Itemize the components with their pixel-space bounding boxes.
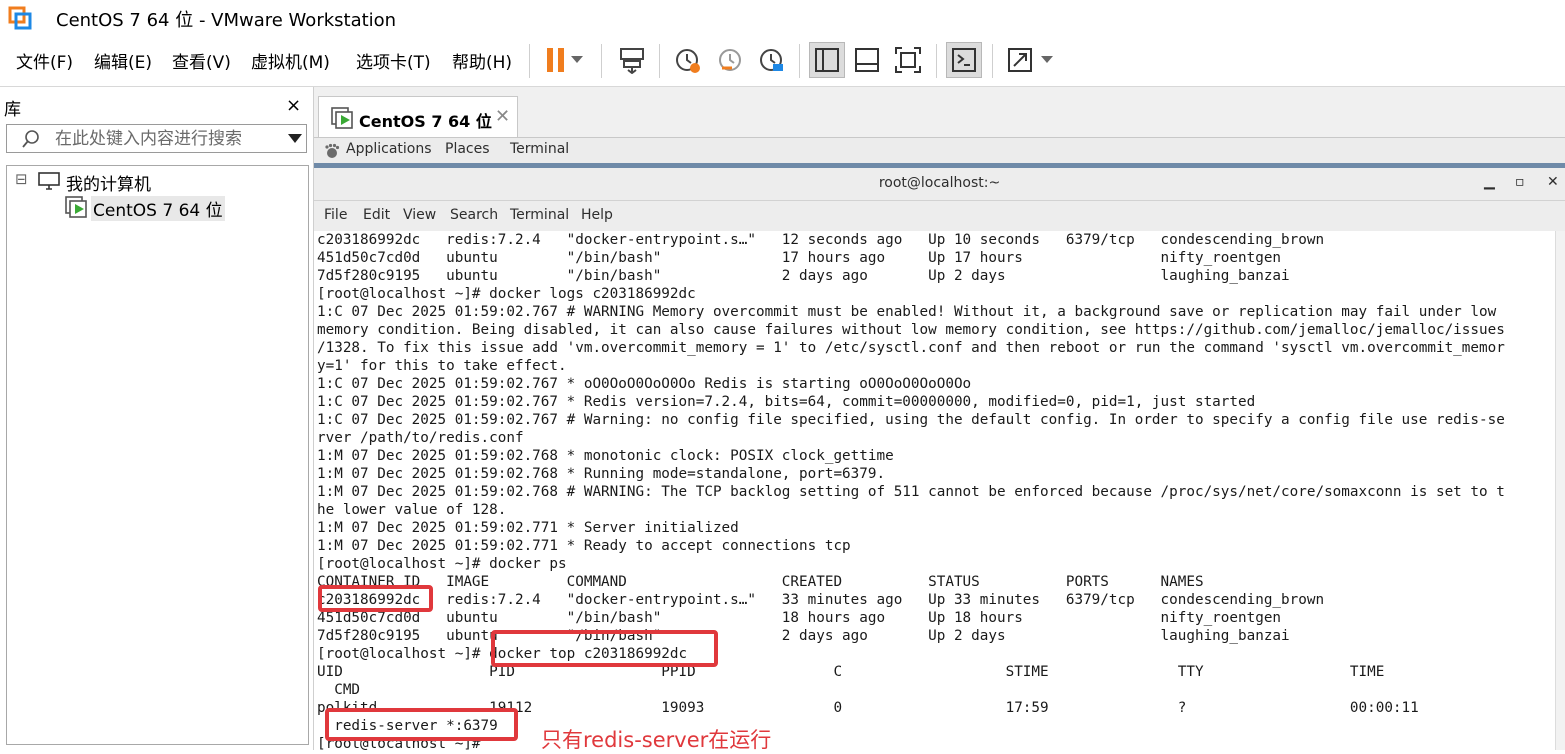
terminal-menu-terminal[interactable]: Terminal [510, 207, 569, 223]
snapshot-revert-icon[interactable] [712, 42, 748, 78]
gnome-terminal-menu[interactable]: Terminal [510, 141, 569, 157]
terminal-menu-help[interactable]: Help [581, 207, 613, 223]
library-tree: ⊟ 我的计算机 CentOS 7 64 位 [6, 165, 309, 745]
terminal-line: 7d5f280c9195 ubuntu "/bin/bash" 2 days a… [317, 268, 1290, 284]
highlight-docker-top-command [491, 630, 718, 667]
terminal-line: c203186992dc redis:7.2.4 "docker-entrypo… [317, 592, 1325, 608]
menu-view[interactable]: 查看(V) [172, 48, 231, 73]
terminal-text: c203186992dc redis:7.2.4 "docker-entrypo… [317, 231, 1505, 750]
terminal-line: 1:C 07 Dec 2025 01:59:02.767 * oO0OoO0Oo… [317, 376, 972, 392]
terminal-line: c203186992dc redis:7.2.4 "docker-entrypo… [317, 232, 1325, 248]
vm-running-icon [331, 107, 353, 129]
terminal-line: 451d50c7cd0d ubuntu "/bin/bash" 18 hours… [317, 610, 1282, 626]
fullscreen-icon[interactable] [890, 42, 926, 78]
terminal-line: y=1' for this to take effect. [317, 358, 567, 374]
gnome-top-panel: Applications Places Terminal [314, 138, 1565, 164]
tab-label: CentOS 7 64 位 [359, 112, 492, 131]
dropdown-arrow-icon[interactable] [1036, 42, 1058, 78]
title-bar: CentOS 7 64 位 - VMware Workstation [0, 0, 1565, 36]
terminal-menu-search[interactable]: Search [450, 207, 498, 223]
terminal-line: 1:M 07 Dec 2025 01:59:02.771 * Server in… [317, 520, 739, 536]
menu-vm[interactable]: 虚拟机(M) [251, 48, 330, 73]
tree-item-my-computer[interactable]: 我的计算机 [66, 170, 151, 195]
toolbar-separator [529, 44, 530, 78]
toolbar-separator [799, 44, 800, 78]
tree-expander-icon[interactable]: ⊟ [15, 170, 28, 188]
view-thumbnail-icon[interactable] [849, 42, 885, 78]
toolbar-separator [936, 44, 937, 78]
highlight-container-id [318, 585, 433, 612]
gnome-foot-icon [325, 143, 340, 158]
toolbar-separator [992, 44, 993, 78]
stretch-guest-icon[interactable] [1002, 42, 1038, 78]
menu-help[interactable]: 帮助(H) [452, 48, 512, 73]
terminal-menu-bar: File Edit View Search Terminal Help [314, 201, 1565, 232]
library-close-button[interactable]: × [286, 95, 301, 116]
library-search-box[interactable] [6, 124, 307, 153]
vm-tab-strip: CentOS 7 64 位 ✕ [314, 87, 1565, 138]
terminal-line: 1:C 07 Dec 2025 01:59:02.767 * Redis ver… [317, 394, 1256, 410]
terminal-output[interactable]: c203186992dc redis:7.2.4 "docker-entrypo… [314, 231, 1565, 750]
snapshot-take-icon[interactable] [669, 42, 705, 78]
menu-toolbar: 文件(F) 编辑(E) 查看(V) 虚拟机(M) 选项卡(T) 帮助(H) [0, 36, 1565, 87]
menu-tabs[interactable]: 选项卡(T) [356, 48, 431, 73]
highlight-redis-server-process [325, 708, 518, 741]
computer-icon [38, 172, 60, 190]
terminal-line: memory condition. Being disabled, it can… [317, 322, 1505, 338]
terminal-line: /1328. To fix this issue add 'vm.overcom… [317, 340, 1505, 356]
dropdown-arrow-icon[interactable] [566, 42, 588, 78]
search-dropdown-icon[interactable] [288, 134, 302, 143]
terminal-line: 451d50c7cd0d ubuntu "/bin/bash" 17 hours… [317, 250, 1282, 266]
terminal-line: rver /path/to/redis.conf [317, 430, 524, 446]
terminal-line: [root@localhost ~]# docker logs c2031869… [317, 286, 696, 302]
vm-running-icon [65, 196, 87, 218]
maximize-icon[interactable]: ▫ [1515, 174, 1525, 190]
window-title: CentOS 7 64 位 - VMware Workstation [56, 10, 397, 31]
terminal-menu-edit[interactable]: Edit [363, 207, 390, 223]
search-icon [22, 130, 39, 148]
terminal-line: 1:M 07 Dec 2025 01:59:02.768 * monotonic… [317, 448, 894, 464]
view-library-icon[interactable] [809, 42, 845, 78]
terminal-line: 1:M 07 Dec 2025 01:59:02.771 * Ready to … [317, 538, 851, 554]
vmware-logo-icon [8, 6, 32, 30]
close-icon[interactable]: ✕ [1547, 174, 1559, 190]
library-panel: 库 × ⊟ 我的计算机 CentOS 7 64 位 [0, 87, 314, 750]
tab-centos[interactable]: CentOS 7 64 位 ✕ [318, 96, 518, 137]
toolbar-separator [659, 44, 660, 78]
tree-item-centos-vm[interactable]: CentOS 7 64 位 [91, 196, 225, 221]
terminal-scrollbar[interactable] [1555, 231, 1565, 750]
terminal-menu-file[interactable]: File [324, 207, 347, 223]
terminal-line: 1:M 07 Dec 2025 01:59:02.768 # WARNING: … [317, 484, 1505, 500]
terminal-line: CMD [317, 682, 361, 698]
terminal-line: 1:C 07 Dec 2025 01:59:02.767 # Warning: … [317, 412, 1505, 428]
gnome-applications-menu[interactable]: Applications [346, 141, 432, 157]
terminal-line: CONTAINER ID IMAGE COMMAND CREATED STATU… [317, 574, 1204, 590]
send-ctrl-alt-del-icon[interactable] [614, 42, 650, 78]
terminal-title-bar: root@localhost:~ ▁ ▫ ✕ [314, 168, 1565, 201]
terminal-line: 1:C 07 Dec 2025 01:59:02.767 # WARNING M… [317, 304, 1497, 320]
gnome-places-menu[interactable]: Places [445, 141, 490, 157]
terminal-line: 1:M 07 Dec 2025 01:59:02.768 * Running m… [317, 466, 886, 482]
console-view-icon[interactable] [946, 42, 982, 78]
menu-file[interactable]: 文件(F) [16, 48, 73, 73]
terminal-line: [root@localhost ~]# docker ps [317, 556, 567, 572]
library-search-input[interactable] [53, 127, 277, 151]
snapshot-manager-icon[interactable] [753, 42, 789, 78]
library-header: 库 [4, 100, 21, 120]
minimize-icon[interactable]: ▁ [1484, 174, 1495, 190]
tab-close-icon[interactable]: ✕ [495, 106, 510, 127]
toolbar-separator [601, 44, 602, 78]
menu-edit[interactable]: 编辑(E) [94, 48, 152, 73]
terminal-menu-view[interactable]: View [403, 207, 436, 223]
terminal-line: he lower value of 128. [317, 502, 507, 518]
terminal-title: root@localhost:~ [878, 175, 1001, 191]
